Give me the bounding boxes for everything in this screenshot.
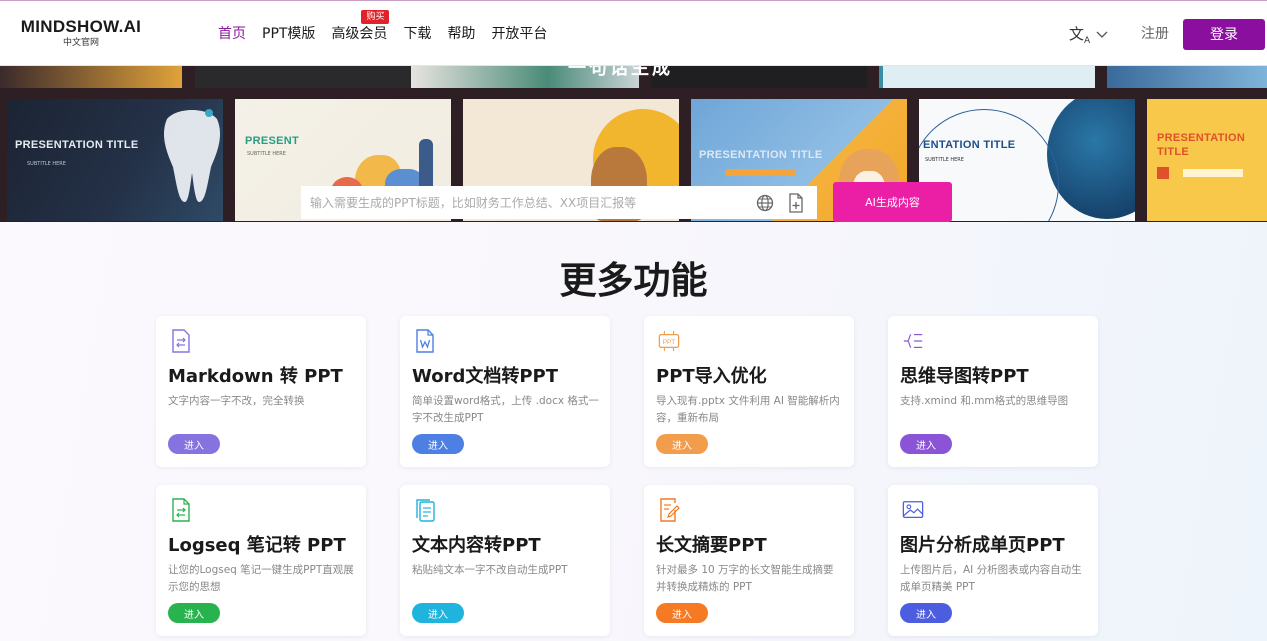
card-title: Markdown 转 PPT — [168, 366, 343, 387]
enter-button[interactable]: 进入 — [656, 434, 708, 454]
feature-card-mindmap[interactable]: 思维导图转PPT 支持.xmind 和.mm格式的思维导图 进入 — [888, 316, 1098, 467]
feature-card-word[interactable]: Word文档转PPT 简单设置word格式，上传 .docx 格式一字不改生成P… — [400, 316, 610, 467]
card-description: 针对最多 10 万字的长文智能生成摘要并转换成精炼的 PPT — [656, 564, 834, 593]
dot-graphic — [205, 109, 213, 117]
header: MINDSHOW.AI 中文官网 首页 PPT模版 高级会员 购买 下载 帮助 … — [0, 0, 1267, 66]
logo[interactable]: MINDSHOW.AI 中文官网 — [20, 18, 142, 49]
tag-graphic — [725, 169, 795, 176]
card-description: 让您的Logseq 笔记一键生成PPT直观展示您的思想 — [168, 564, 354, 593]
card-title: 长文摘要PPT — [656, 535, 767, 556]
banner-top-strip — [1107, 66, 1267, 88]
logo-text: MINDSHOW.AI — [20, 17, 142, 36]
chevron-down-icon — [1096, 31, 1108, 38]
tag-graphic — [1157, 167, 1169, 179]
banner-top-strip — [651, 66, 867, 88]
buy-badge: 购买 — [361, 10, 390, 24]
card-title: Logseq 笔记转 PPT — [168, 535, 346, 556]
enter-button[interactable]: 进入 — [656, 603, 708, 623]
image-icon — [902, 501, 924, 518]
card-description: 支持.xmind 和.mm格式的思维导图 — [900, 395, 1069, 407]
language-switcher[interactable]: 文A — [1069, 23, 1108, 46]
feature-card-ppt-import[interactable]: PPT PPT导入优化 导入现有.pptx 文件利用 AI 智能解析内容，重新布… — [644, 316, 854, 467]
summary-edit-icon — [660, 498, 680, 522]
ppt-icon: PPT — [658, 330, 680, 352]
card-description: 简单设置word格式，上传 .docx 格式一字不改生成PPT — [412, 395, 599, 424]
tooth-graphic — [163, 110, 221, 202]
nav-help[interactable]: 帮助 — [447, 25, 475, 43]
markdown-file-icon — [172, 329, 190, 353]
feature-card-summary[interactable]: 长文摘要PPT 针对最多 10 万字的长文智能生成摘要并转换成精炼的 PPT 进… — [644, 485, 854, 636]
enter-button[interactable]: 进入 — [412, 603, 464, 623]
feature-card-logseq[interactable]: Logseq 笔记转 PPT 让您的Logseq 笔记一键生成PPT直观展示您的… — [156, 485, 366, 636]
card-title: Word文档转PPT — [412, 366, 559, 387]
card-description: 粘贴纯文本一字不改自动生成PPT — [412, 564, 568, 576]
card-title: 思维导图转PPT — [900, 366, 1029, 387]
feature-card-text[interactable]: 文本内容转PPT 粘贴纯文本一字不改自动生成PPT 进入 — [400, 485, 610, 636]
banner-top-strip — [879, 66, 1095, 88]
card-description: 上传图片后，AI 分析图表或内容自动生成单页精美 PPT — [900, 564, 1082, 593]
card-description: 文字内容一字不改，完全转换 — [168, 395, 305, 407]
banner-heading: 一句话生成 — [568, 66, 673, 79]
template-thumb[interactable]: PRESENTATION TITLE SUBTITLE HERE — [7, 99, 223, 221]
thumb-subtitle: SUBTITLE HERE — [27, 161, 66, 167]
thumb-title: PRESENT — [245, 135, 300, 147]
feature-card-image[interactable]: 图片分析成单页PPT 上传图片后，AI 分析图表或内容自动生成单页精美 PPT … — [888, 485, 1098, 636]
logo-subtitle: 中文官网 — [62, 38, 99, 48]
features-section: 更多功能 Markdown 转 PPT 文字内容一字不改，完全转换 进入 Wor… — [0, 222, 1267, 641]
word-file-icon — [416, 329, 434, 353]
card-description: 导入现有.pptx 文件利用 AI 智能解析内容，重新布局 — [656, 395, 840, 424]
enter-button[interactable]: 进入 — [900, 434, 952, 454]
thumb-title: PRESENTATION TITLE — [15, 139, 139, 151]
login-button[interactable]: 登录 — [1183, 19, 1265, 50]
nav-open-platform[interactable]: 开放平台 — [491, 25, 547, 43]
enter-button[interactable]: 进入 — [168, 434, 220, 454]
mindmap-icon — [903, 333, 923, 349]
search-box — [301, 186, 817, 219]
register-link[interactable]: 注册 — [1141, 25, 1169, 43]
text-copy-icon — [416, 499, 435, 522]
features-title: 更多功能 — [559, 259, 708, 302]
ocean-graphic — [1047, 99, 1135, 219]
enter-button[interactable]: 进入 — [168, 603, 220, 623]
file-upload-icon[interactable] — [786, 192, 806, 213]
svg-text:PPT: PPT — [663, 339, 676, 346]
card-title: 文本内容转PPT — [412, 535, 541, 556]
enter-button[interactable]: 进入 — [900, 603, 952, 623]
nav-download[interactable]: 下载 — [403, 25, 431, 43]
thumb-subtitle: SUBTITLE HERE — [247, 151, 286, 157]
logseq-file-icon — [172, 498, 190, 522]
thumb-title: PRESENTATION TITLE — [699, 149, 823, 161]
nav-home[interactable]: 首页 — [218, 25, 246, 43]
feature-card-markdown[interactable]: Markdown 转 PPT 文字内容一字不改，完全转换 进入 — [156, 316, 366, 467]
card-title: 图片分析成单页PPT — [900, 535, 1065, 556]
translate-icon: 文A — [1069, 25, 1091, 46]
thumb-title: PRESENTATION TITLE — [1157, 132, 1246, 158]
nav-premium-label: 高级会员 — [331, 26, 388, 42]
hero-banner: 一句话生成 PRESENTATION TITLE SUBTITLE HERE P… — [0, 66, 1267, 222]
globe-icon[interactable] — [755, 193, 775, 213]
template-thumb[interactable]: PRESENTATION TITLE — [1147, 99, 1267, 221]
enter-button[interactable]: 进入 — [412, 434, 464, 454]
nav-ppt-templates[interactable]: PPT模版 — [262, 25, 315, 43]
main-nav: 首页 PPT模版 高级会员 购买 下载 帮助 开放平台 — [218, 10, 563, 43]
banner-top-strip — [0, 66, 182, 88]
banner-top-strip — [195, 66, 411, 88]
ppt-title-input[interactable] — [301, 195, 755, 210]
ai-generate-button[interactable]: AI生成内容 — [833, 182, 952, 222]
tag-graphic — [1183, 169, 1243, 177]
card-title: PPT导入优化 — [656, 366, 767, 387]
nav-premium[interactable]: 高级会员 购买 — [331, 10, 390, 43]
